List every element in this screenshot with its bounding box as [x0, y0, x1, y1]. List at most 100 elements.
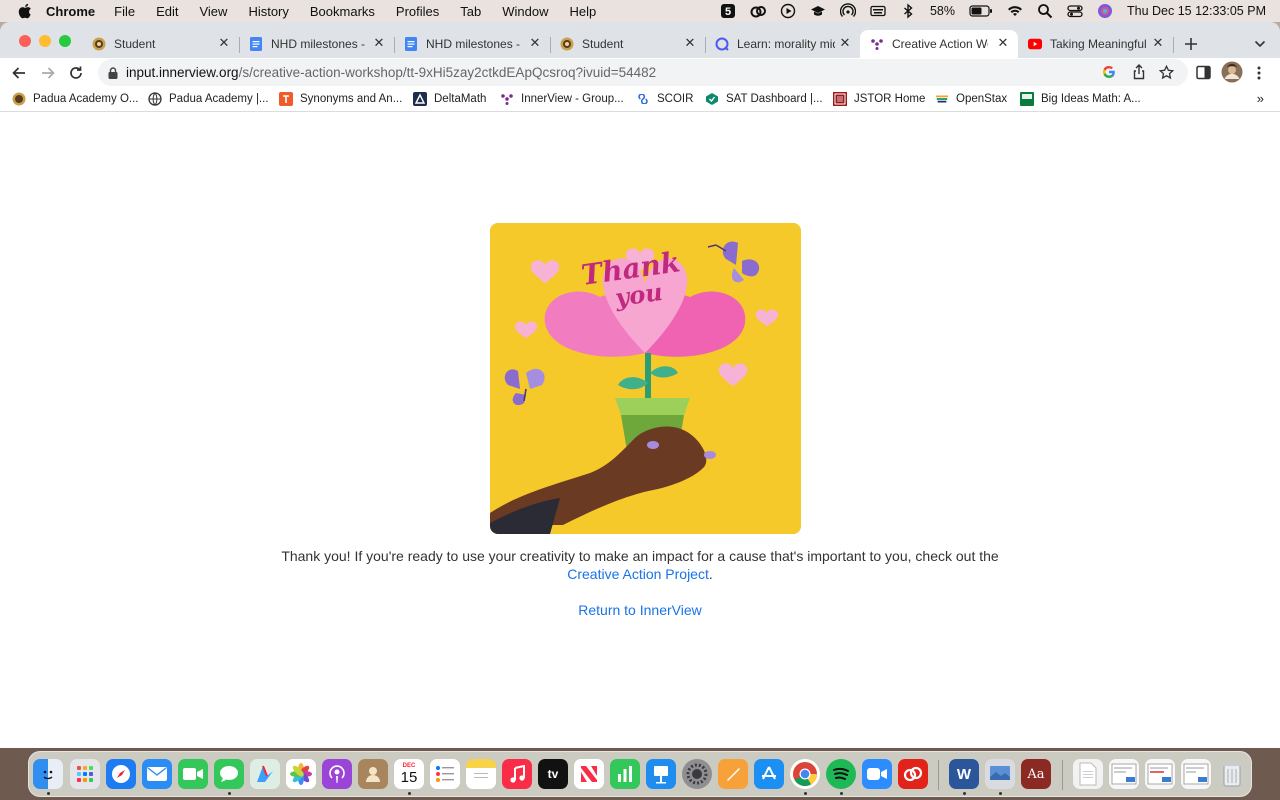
airdrop-icon[interactable]: [839, 3, 856, 19]
wifi-icon[interactable]: [1007, 3, 1023, 19]
bookmark-big-ideas-math[interactable]: Big Ideas Math: A...: [1020, 92, 1141, 106]
keynote-icon[interactable]: [646, 759, 676, 789]
finder-icon[interactable]: [33, 759, 63, 789]
messages-icon[interactable]: [214, 759, 244, 789]
podcasts-icon[interactable]: [322, 759, 352, 789]
bookmarks-overflow-icon[interactable]: »: [1257, 91, 1264, 106]
google-lens-icon[interactable]: [1102, 65, 1116, 79]
apple-tv-icon[interactable]: tv: [538, 759, 568, 789]
menu-tab[interactable]: Tab: [460, 4, 481, 19]
control-center-icon[interactable]: [1067, 3, 1083, 19]
menu-history[interactable]: History: [248, 4, 288, 19]
new-tab-icon[interactable]: [1184, 37, 1198, 51]
reload-icon[interactable]: [68, 65, 84, 81]
contacts-icon[interactable]: [358, 759, 388, 789]
play-icon[interactable]: [780, 3, 796, 19]
bookmark-openstax[interactable]: OpenStax: [935, 92, 1007, 106]
bookmark-innerview-group[interactable]: InnerView - Group...: [500, 92, 624, 106]
tab-nhd-milestones-1[interactable]: NHD milestones - G ✕: [239, 30, 394, 58]
dictionary-icon[interactable]: Aa: [1021, 759, 1051, 789]
menu-view[interactable]: View: [199, 4, 227, 19]
screenshot-thumbnail-icon[interactable]: [1181, 759, 1211, 789]
numbers-icon[interactable]: [610, 759, 640, 789]
bluetooth-icon[interactable]: [900, 3, 916, 19]
avatar[interactable]: [1221, 61, 1243, 83]
close-window-button[interactable]: [19, 35, 31, 47]
close-tab-icon[interactable]: ✕: [838, 36, 852, 50]
address-bar[interactable]: input.innerview.org/s/creative-action-wo…: [98, 59, 1188, 86]
facetime-icon[interactable]: [178, 759, 208, 789]
document-icon[interactable]: [1073, 759, 1103, 789]
menu-edit[interactable]: Edit: [156, 4, 178, 19]
minimize-window-button[interactable]: [39, 35, 51, 47]
bookmark-scoir[interactable]: SCOIR: [636, 92, 693, 106]
close-tab-icon[interactable]: ✕: [217, 36, 231, 50]
tab-student-2[interactable]: Student ✕: [550, 30, 705, 58]
close-tab-icon[interactable]: ✕: [372, 36, 386, 50]
system-preferences-icon[interactable]: [682, 759, 712, 789]
preview-icon[interactable]: [985, 759, 1015, 789]
menu-app-name[interactable]: Chrome: [46, 4, 95, 19]
safari-icon[interactable]: [106, 759, 136, 789]
keyboard-icon[interactable]: [870, 3, 886, 19]
menu-window[interactable]: Window: [502, 4, 548, 19]
creative-action-project-link[interactable]: Creative Action Project: [567, 566, 709, 582]
tab-learn-morality[interactable]: Learn: morality mid ✕: [705, 30, 860, 58]
chrome-icon[interactable]: [790, 759, 820, 789]
forward-arrow-icon[interactable]: [40, 65, 56, 81]
chevron-down-icon[interactable]: [1254, 39, 1266, 49]
bookmark-jstor[interactable]: JSTOR Home: [833, 92, 925, 106]
bookmark-synonyms[interactable]: Synonyms and An...: [279, 92, 402, 106]
pages-icon[interactable]: [718, 759, 748, 789]
bookmark-deltamath[interactable]: DeltaMath: [413, 92, 486, 106]
reminders-icon[interactable]: [430, 759, 460, 789]
launchpad-icon[interactable]: [70, 759, 100, 789]
lock-icon[interactable]: [108, 66, 118, 79]
close-tab-icon[interactable]: ✕: [683, 36, 697, 50]
screenshot-thumbnail-icon[interactable]: [1109, 759, 1139, 789]
close-tab-icon[interactable]: ✕: [1151, 36, 1165, 50]
menu-file[interactable]: File: [114, 4, 135, 19]
notes-icon[interactable]: [466, 759, 496, 789]
close-tab-icon[interactable]: ✕: [528, 36, 542, 50]
calendar-icon[interactable]: DEC 15: [394, 759, 424, 789]
spotlight-search-icon[interactable]: [1037, 3, 1053, 19]
return-to-innerview-link[interactable]: Return to InnerView: [560, 602, 720, 618]
s5-icon[interactable]: 5: [720, 3, 736, 19]
mail-icon[interactable]: [142, 759, 172, 789]
more-options-icon[interactable]: [1256, 65, 1262, 81]
tab-nhd-milestones-2[interactable]: NHD milestones - G ✕: [394, 30, 550, 58]
spotify-icon[interactable]: [826, 759, 856, 789]
menu-profiles[interactable]: Profiles: [396, 4, 439, 19]
creative-cloud-icon[interactable]: [750, 3, 766, 19]
microsoft-word-icon[interactable]: W: [949, 759, 979, 789]
creative-cloud-app-icon[interactable]: [898, 759, 928, 789]
menu-bookmarks[interactable]: Bookmarks: [310, 4, 375, 19]
music-icon[interactable]: [502, 759, 532, 789]
share-icon[interactable]: [1132, 64, 1146, 80]
maps-icon[interactable]: [250, 759, 280, 789]
battery-icon[interactable]: [969, 3, 993, 19]
side-panel-icon[interactable]: [1196, 65, 1211, 80]
bookmark-star-icon[interactable]: [1159, 65, 1174, 80]
app-store-icon[interactable]: [754, 759, 784, 789]
news-icon[interactable]: [574, 759, 604, 789]
tab-taking-meaningful[interactable]: Taking Meaningful, ✕: [1018, 30, 1173, 58]
bookmark-sat-dashboard[interactable]: SAT Dashboard |...: [705, 92, 823, 106]
menubar-datetime[interactable]: Thu Dec 15 12:33:05 PM: [1127, 4, 1266, 18]
screenshot-thumbnail-icon[interactable]: [1145, 759, 1175, 789]
bookmark-padua-academy[interactable]: Padua Academy |...: [148, 92, 269, 106]
tab-student-1[interactable]: Student ✕: [82, 30, 239, 58]
siri-icon[interactable]: [1097, 3, 1113, 19]
trash-icon[interactable]: [1217, 759, 1247, 789]
photos-icon[interactable]: [286, 759, 316, 789]
close-tab-icon[interactable]: ✕: [996, 36, 1010, 50]
zoom-icon[interactable]: [862, 759, 892, 789]
apple-icon[interactable]: [18, 3, 32, 19]
tab-creative-action-workshop[interactable]: Creative Action Wor ✕: [860, 30, 1018, 58]
graduation-cap-icon[interactable]: [810, 3, 826, 19]
back-arrow-icon[interactable]: [11, 65, 27, 81]
menu-help[interactable]: Help: [570, 4, 597, 19]
zoom-window-button[interactable]: [59, 35, 71, 47]
bookmark-padua-academy-online[interactable]: Padua Academy O...: [12, 92, 138, 106]
